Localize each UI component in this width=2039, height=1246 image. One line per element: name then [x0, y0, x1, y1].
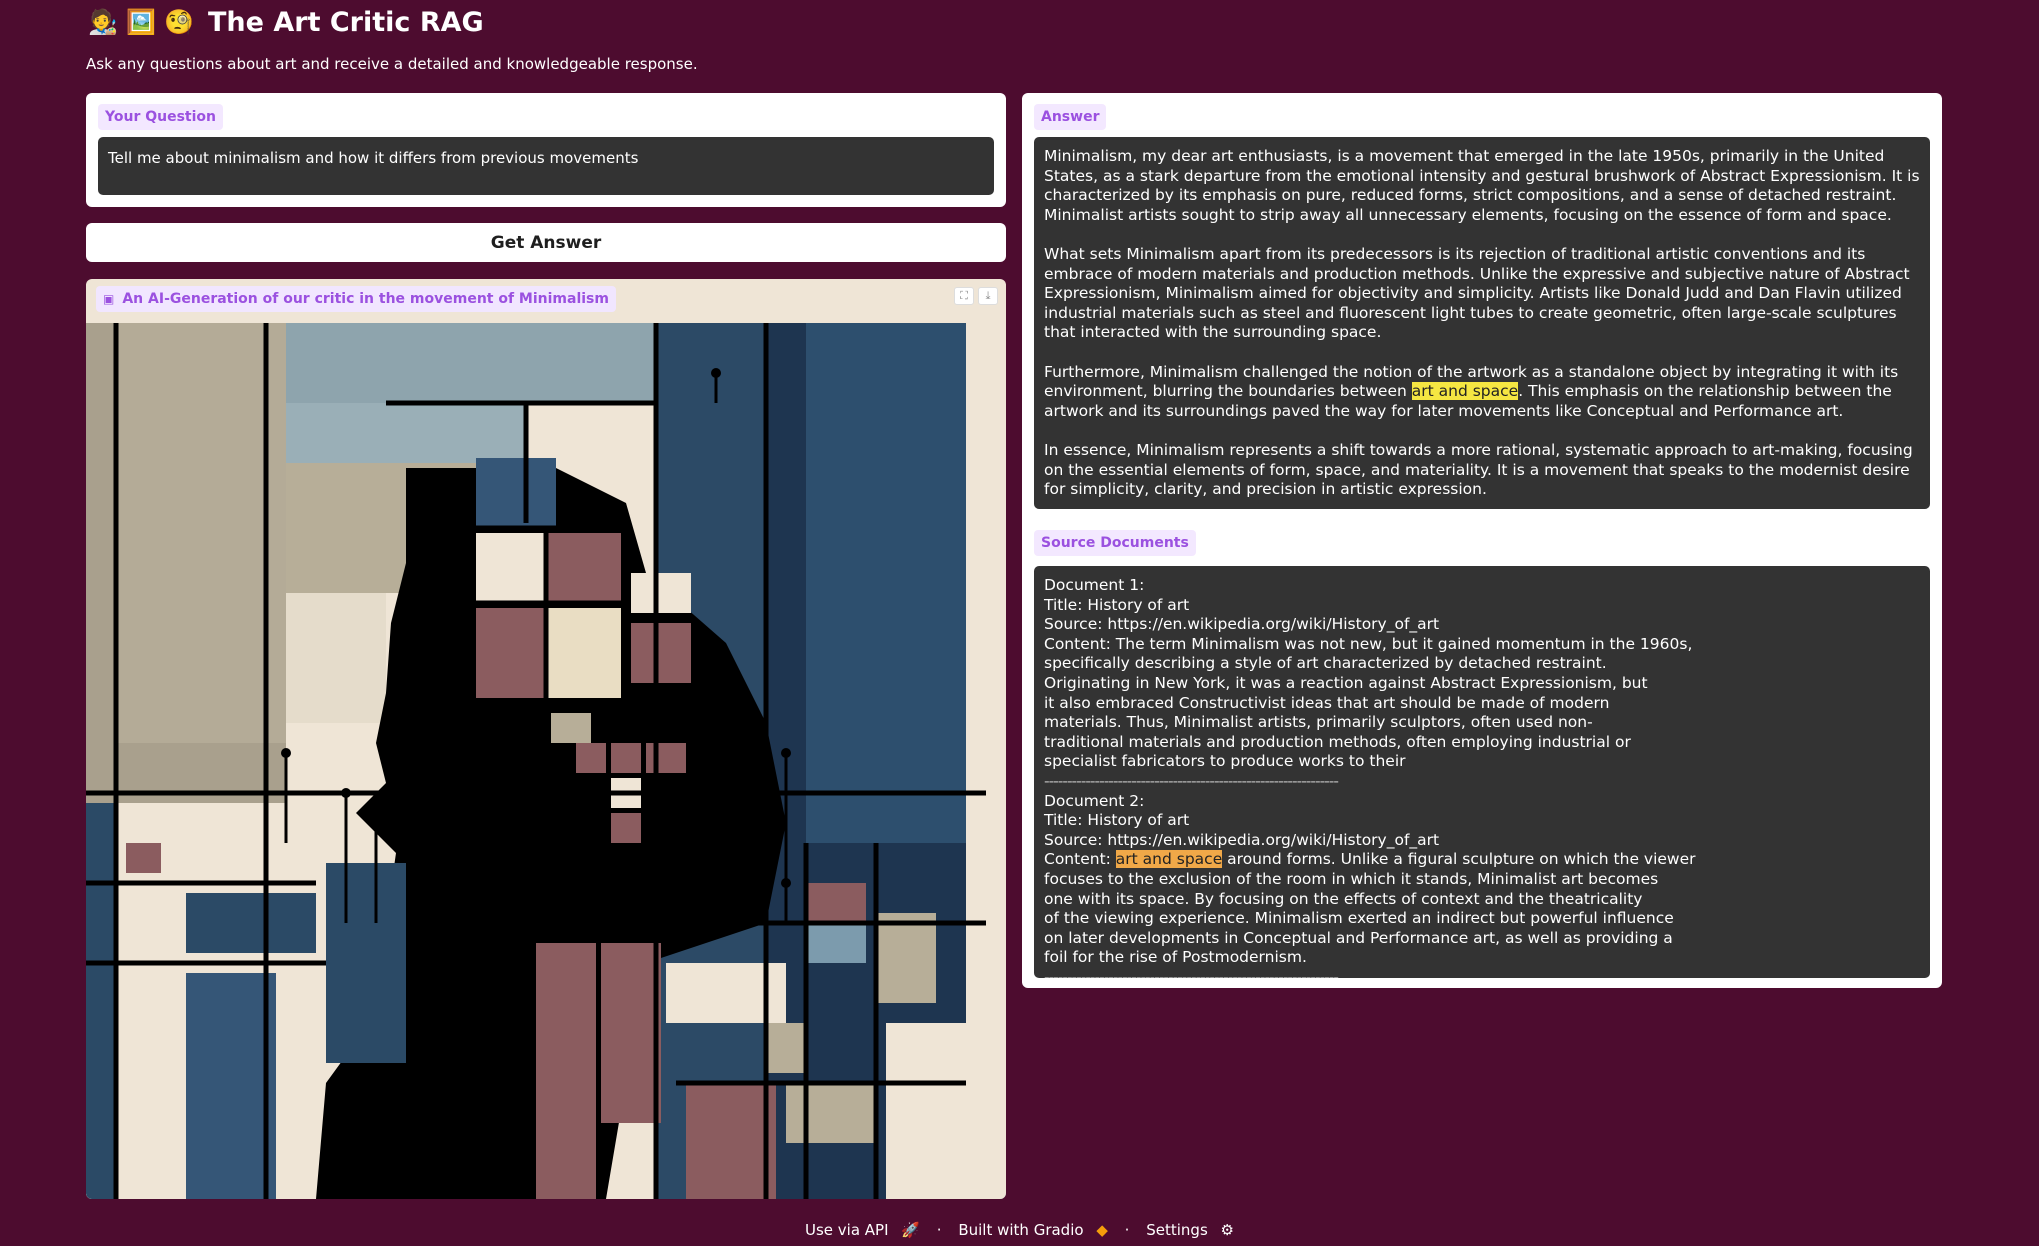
page-title: The Art Critic RAG [208, 6, 484, 38]
image-label: ▣ An AI-Generation of our critic in the … [96, 286, 616, 312]
highlighted-phrase: art and space [1411, 382, 1519, 401]
expand-icon[interactable]: ⛶ [954, 287, 974, 305]
doc-content-line: it also embraced Constructivist ideas th… [1044, 693, 1610, 712]
answer-paragraph: Minimalism, my dear art enthusiasts, is … [1044, 147, 1920, 224]
source-documents-output[interactable]: Document 1: Title: History of art Source… [1034, 566, 1930, 978]
answer-output[interactable]: Minimalism, my dear art enthusiasts, is … [1034, 137, 1930, 509]
footer: Use via API 🚀 · Built with Gradio ◆ · Se… [0, 1221, 2039, 1239]
sources-label: Source Documents [1034, 530, 1196, 556]
highlighted-phrase: art and space [1115, 850, 1223, 869]
use-via-api-link[interactable]: Use via API 🚀 [801, 1221, 924, 1239]
image-panel: ▣ An AI-Generation of our critic in the … [86, 279, 1006, 1199]
doc-content-line: on later developments in Conceptual and … [1044, 928, 1673, 947]
doc-source: Source: https://en.wikipedia.org/wiki/Hi… [1044, 615, 1440, 634]
framed-picture-icon: 🖼️ [126, 8, 156, 36]
doc-content-line: Content: art and space around forms. Unl… [1044, 850, 1920, 870]
doc-content-line: materials. Thus, Minimalist artists, pri… [1044, 713, 1593, 732]
doc-content-prefix: Content: [1044, 850, 1116, 869]
settings-link[interactable]: Settings ⚙ [1142, 1221, 1238, 1239]
question-input[interactable]: Tell me about minimalism and how it diff… [98, 137, 994, 195]
question-label: Your Question [98, 104, 223, 130]
doc-content-line: specialist fabricators to produce works … [1044, 752, 1406, 771]
download-icon[interactable]: ⤓ [978, 287, 998, 305]
doc-title: Title: History of art [1044, 595, 1190, 614]
doc-heading: Document 1: [1044, 576, 1145, 594]
doc-content-line: specifically describing a style of art c… [1044, 654, 1607, 673]
answer-label: Answer [1034, 104, 1107, 130]
doc-content-line: Content: The term Minimalism was not new… [1044, 634, 1693, 653]
image-toolbar: ⛶ ⤓ [954, 287, 998, 305]
doc-content-line: traditional materials and production met… [1044, 732, 1631, 751]
answer-panel: Answer Minimalism, my dear art enthusias… [1022, 93, 1942, 988]
gear-icon: ⚙ [1220, 1221, 1234, 1239]
settings-label: Settings [1146, 1221, 1208, 1239]
doc-content-line: Originating in New York, it was a reacti… [1044, 673, 1648, 692]
monocle-face-icon: 🧐 [164, 8, 194, 36]
answer-paragraph: In essence, Minimalism represents a shif… [1044, 440, 1913, 499]
doc-content-text: around forms. Unlike a figural sculpture… [1222, 850, 1696, 869]
image-icon: ▣ [103, 292, 115, 306]
answer-paragraph: What sets Minimalism apart from its pred… [1044, 244, 1910, 342]
doc-title: Title: History of art [1044, 811, 1190, 830]
footer-dot: · [936, 1221, 942, 1239]
doc-content-line: focuses to the exclusion of the room in … [1044, 869, 1659, 888]
question-panel: Your Question Tell me about minimalism a… [86, 93, 1006, 207]
doc-source: Source: https://en.wikipedia.org/wiki/Hi… [1044, 830, 1440, 849]
image-label-text: An AI-Generation of our critic in the mo… [122, 291, 609, 307]
minimalism-artwork-image [86, 323, 1006, 1199]
doc-heading: Document 2: [1044, 791, 1145, 810]
person-artist-icon: 🧑‍🎨 [88, 8, 118, 36]
doc-separator: ----------------------------------------… [1044, 771, 1339, 790]
built-with-gradio-link[interactable]: Built with Gradio ◆ [954, 1221, 1112, 1239]
doc-content-line: of the viewing experience. Minimalism ex… [1044, 909, 1674, 928]
footer-dot: · [1124, 1221, 1130, 1239]
use-via-api-label: Use via API [804, 1221, 889, 1239]
doc-separator: ----------------------------------------… [1044, 967, 1339, 978]
doc-content-line: one with its space. By focusing on the e… [1044, 889, 1643, 908]
get-answer-button[interactable]: Get Answer [86, 223, 1006, 262]
doc-content-line: foil for the rise of Postmodernism. [1044, 948, 1307, 967]
answer-paragraph: Furthermore, Minimalism challenged the n… [1044, 363, 1920, 422]
rocket-icon: 🚀 [901, 1221, 920, 1239]
page-subtitle: Ask any questions about art and receive … [86, 55, 698, 73]
built-with-gradio-label: Built with Gradio [958, 1221, 1084, 1239]
gradio-logo-icon: ◆ [1096, 1221, 1108, 1239]
app-header: 🧑‍🎨 🖼️ 🧐 The Art Critic RAG [88, 4, 484, 40]
